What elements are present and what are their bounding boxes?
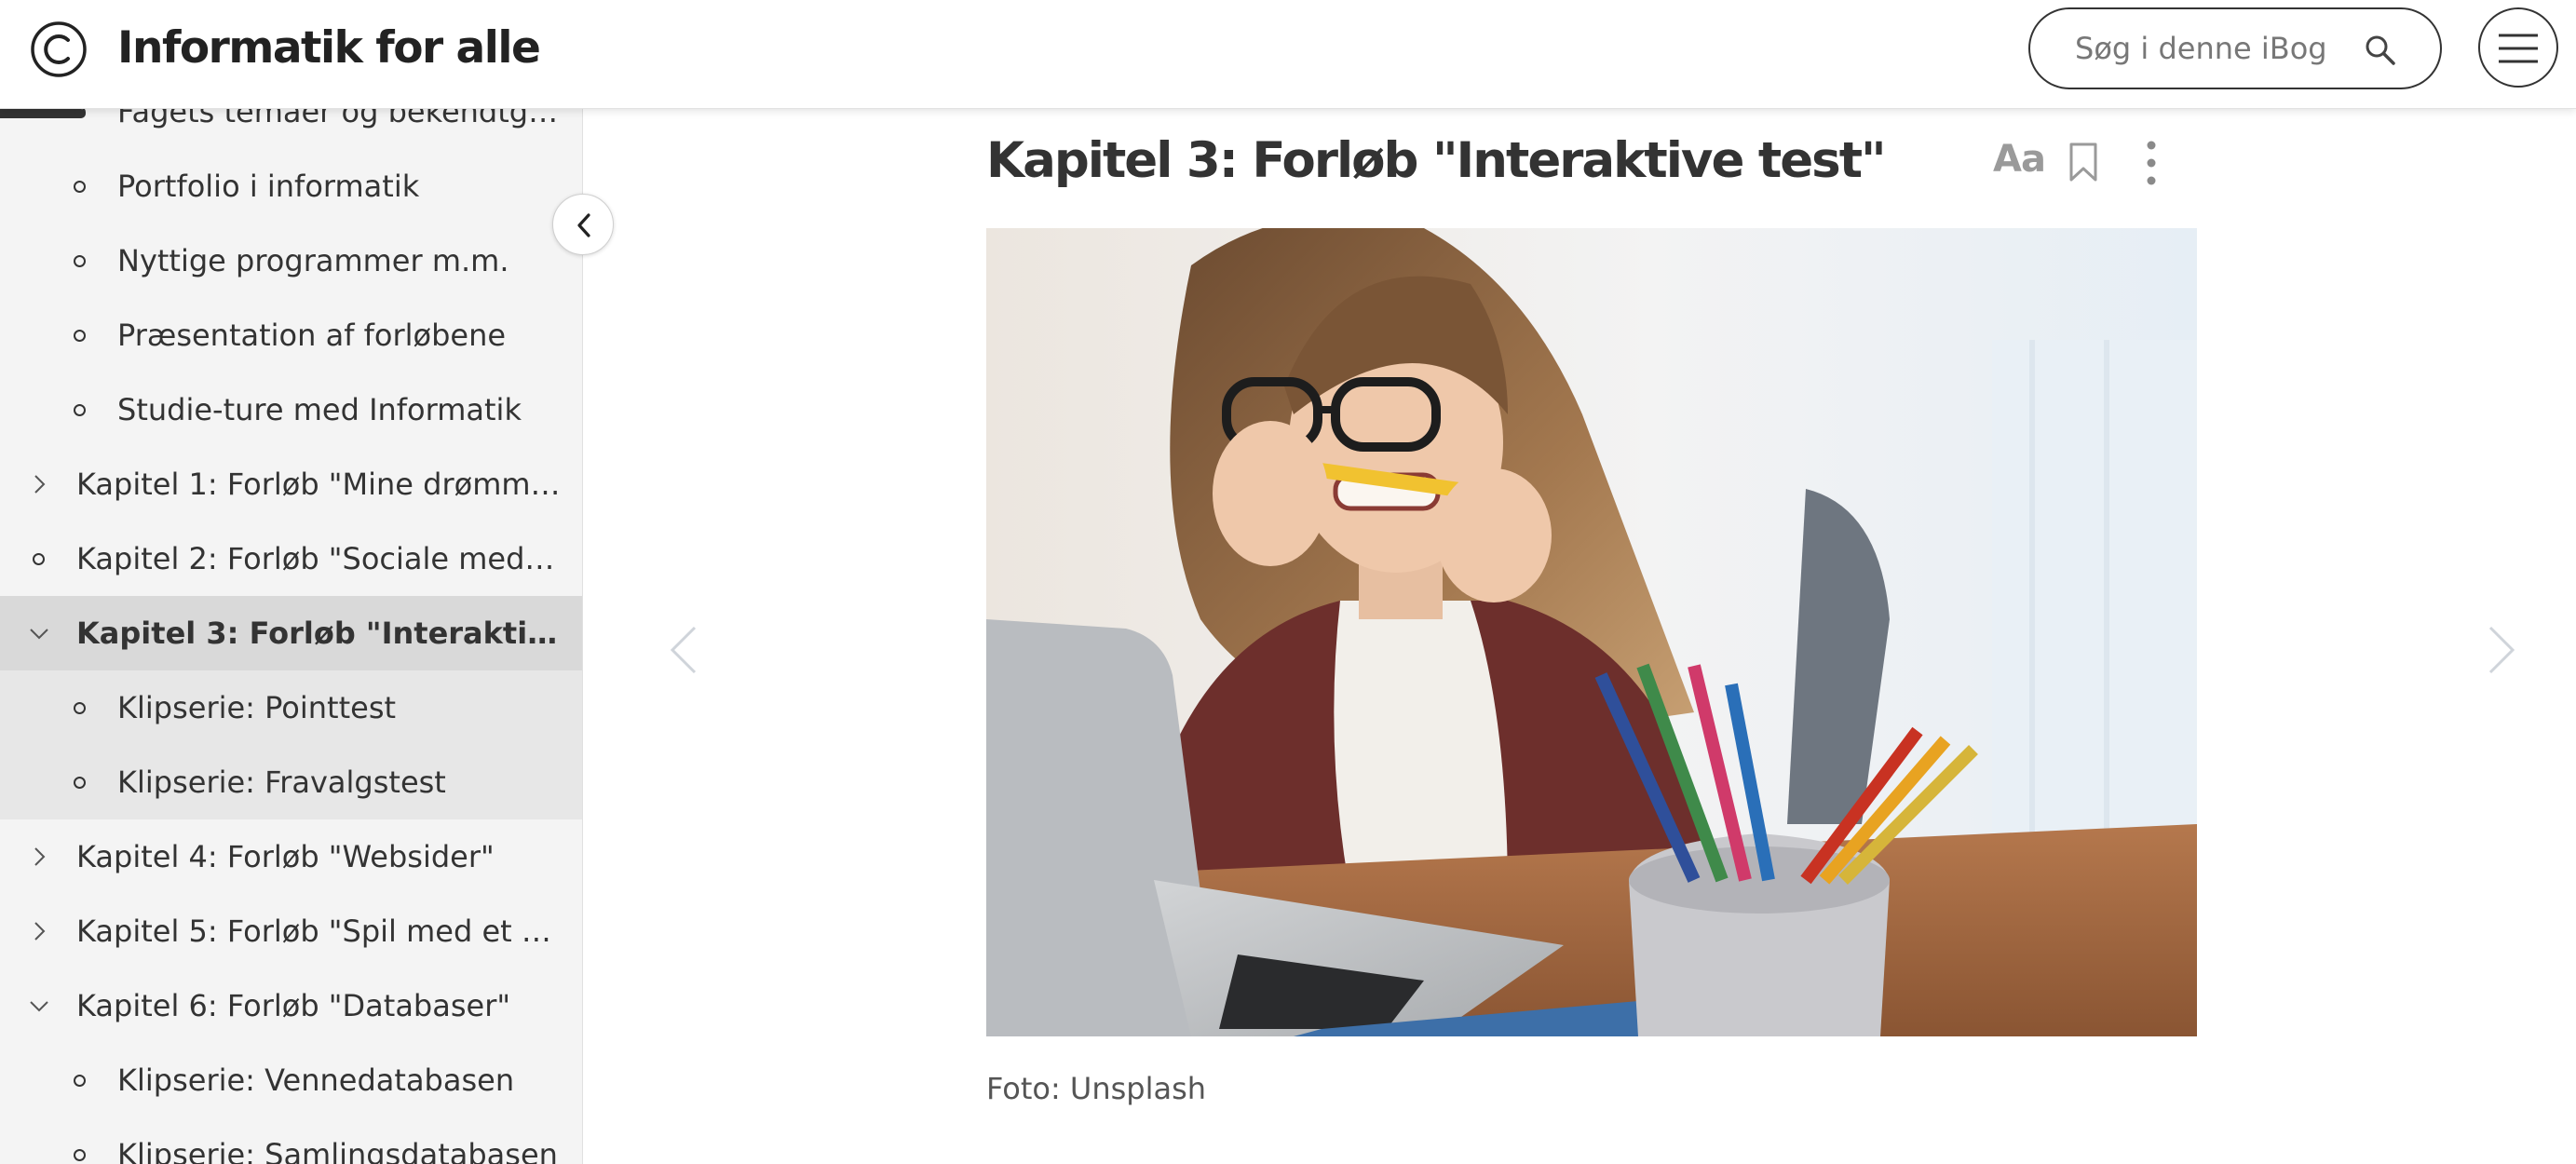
bullet-icon xyxy=(74,255,86,267)
toc-item-label: Kapitel 1: Forløb "Mine drømmes r... xyxy=(76,467,561,502)
toc-item-label: Kapitel 4: Forløb "Websider" xyxy=(76,839,495,874)
toc-item-label: Klipserie: Vennedatabasen xyxy=(117,1062,515,1098)
copyright-logo-icon[interactable] xyxy=(29,20,88,79)
toc-item[interactable]: Fagets temaer og bekendtgørelse xyxy=(0,109,582,149)
toc-item-label: Studie-ture med Informatik xyxy=(117,392,522,427)
woman-at-laptop-photo xyxy=(986,228,2197,1036)
chapter-title: Kapitel 3: Forløb "Interaktive test" xyxy=(986,132,1887,189)
font-size-button[interactable]: Aa xyxy=(1993,138,2046,181)
chevron-right-icon[interactable] xyxy=(28,920,50,942)
search-placeholder: Søg i denne iBog xyxy=(2075,31,2327,66)
toc-item-label: Fagets temaer og bekendtgørelse xyxy=(117,109,564,129)
search-icon[interactable] xyxy=(2364,34,2397,67)
toc-item[interactable]: Nyttige programmer m.m. xyxy=(0,223,582,298)
toc-item-label: Kapitel 3: Forløb "Interaktive test" xyxy=(76,616,561,651)
image-caption: Foto: Unsplash xyxy=(986,1071,1207,1106)
toc-item[interactable]: Klipserie: Samlingsdatabasen xyxy=(0,1117,582,1164)
toc-item-label: Nyttige programmer m.m. xyxy=(117,243,509,278)
toc-item[interactable]: Portfolio i informatik xyxy=(0,149,582,223)
bullet-icon xyxy=(74,181,86,193)
chevron-down-icon[interactable] xyxy=(28,995,50,1017)
toc-item-label: Klipserie: Pointtest xyxy=(117,690,397,725)
bullet-icon xyxy=(74,702,86,714)
toc-chapter-5[interactable]: Kapitel 5: Forløb "Spil med et buds... xyxy=(0,894,582,968)
toc-chapter-2[interactable]: Kapitel 2: Forløb "Sociale medier, di... xyxy=(0,521,582,596)
bullet-icon xyxy=(74,1075,86,1087)
more-vertical-icon[interactable] xyxy=(2140,140,2162,186)
toc-item[interactable]: Præsentation af forløbene xyxy=(0,298,582,372)
menu-button[interactable] xyxy=(2478,7,2558,88)
bullet-icon xyxy=(33,553,45,565)
chevron-right-icon[interactable] xyxy=(28,473,50,495)
toc-item-label: Kapitel 5: Forløb "Spil med et buds... xyxy=(76,914,561,949)
toc-item[interactable]: Studie-ture med Informatik xyxy=(0,372,582,447)
bullet-icon xyxy=(74,109,86,118)
collapse-sidebar-button[interactable] xyxy=(552,194,614,255)
toc-item-label: Kapitel 2: Forløb "Sociale medier, di... xyxy=(76,541,561,576)
bullet-icon xyxy=(74,1149,86,1161)
table-of-contents-sidebar: Fagets temaer og bekendtgørelse Portfoli… xyxy=(0,109,583,1164)
toc-item[interactable]: Klipserie: Fravalgstest xyxy=(0,745,582,819)
chevron-left-icon xyxy=(577,213,590,237)
toc-chapter-6[interactable]: Kapitel 6: Forløb "Databaser" xyxy=(0,968,582,1043)
bullet-icon xyxy=(74,330,86,342)
toc-chapter-3-active[interactable]: Kapitel 3: Forløb "Interaktive test" xyxy=(0,596,582,670)
hamburger-menu-icon xyxy=(2499,34,2538,63)
chevron-right-icon[interactable] xyxy=(28,846,50,868)
toc-item-label: Klipserie: Fravalgstest xyxy=(117,765,446,800)
toc-item-label: Præsentation af forløbene xyxy=(117,318,507,353)
toc-chapter-1[interactable]: Kapitel 1: Forløb "Mine drømmes r... xyxy=(0,447,582,521)
next-page-chevron-icon[interactable] xyxy=(2487,624,2516,676)
top-header: Informatik for alle Søg i denne iBog xyxy=(0,0,2576,109)
toc-item-label: Klipserie: Samlingsdatabasen xyxy=(117,1137,558,1164)
toc-item-label: Kapitel 6: Forløb "Databaser" xyxy=(76,988,511,1023)
toc-item[interactable]: Klipserie: Vennedatabasen xyxy=(0,1043,582,1117)
bullet-icon xyxy=(74,404,86,416)
chapter-hero-image xyxy=(986,228,2197,1036)
chevron-down-icon[interactable] xyxy=(28,622,50,644)
previous-page-chevron-icon[interactable] xyxy=(669,624,698,676)
bullet-icon xyxy=(74,777,86,789)
toc-item[interactable]: Klipserie: Pointtest xyxy=(0,670,582,745)
toc-item-label: Portfolio i informatik xyxy=(117,169,420,204)
bookmark-icon[interactable] xyxy=(2068,142,2099,183)
app-title[interactable]: Informatik for alle xyxy=(117,22,541,74)
search-input[interactable]: Søg i denne iBog xyxy=(2028,7,2442,89)
toc-chapter-4[interactable]: Kapitel 4: Forløb "Websider" xyxy=(0,819,582,894)
